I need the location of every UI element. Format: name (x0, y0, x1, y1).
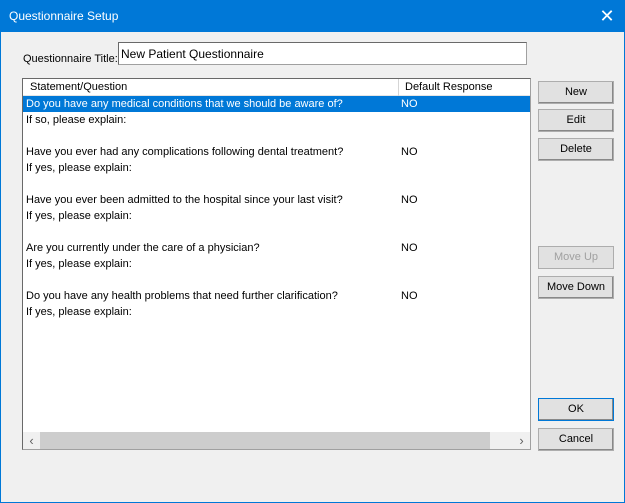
default-response: NO (401, 194, 418, 206)
question-text: Do you have any health problems that nee… (26, 290, 338, 302)
list-item[interactable]: Have you ever been admitted to the hospi… (23, 192, 530, 208)
question-text: Have you ever been admitted to the hospi… (26, 194, 343, 206)
default-response: NO (401, 98, 418, 110)
move-down-button[interactable]: Move Down (538, 276, 614, 299)
followup-text: If yes, please explain: (26, 306, 132, 318)
horizontal-scrollbar[interactable]: ‹ › (23, 432, 530, 449)
edit-button[interactable]: Edit (538, 109, 614, 132)
close-icon[interactable]: ✕ (596, 5, 618, 27)
question-text: Do you have any medical conditions that … (26, 98, 343, 110)
question-text: Have you ever had any complications foll… (26, 146, 344, 158)
column-header-response[interactable]: Default Response (405, 81, 492, 93)
list-item-followup[interactable]: If yes, please explain: (23, 304, 530, 320)
questionnaire-title-input[interactable] (118, 42, 527, 65)
list-header: Statement/Question Default Response (23, 79, 530, 96)
move-up-button[interactable]: Move Up (538, 246, 614, 269)
list-item[interactable]: Have you ever had any complications foll… (23, 144, 530, 160)
list-item[interactable]: Are you currently under the care of a ph… (23, 240, 530, 256)
new-button[interactable]: New (538, 81, 614, 104)
default-response: NO (401, 146, 418, 158)
question-text: Are you currently under the care of a ph… (26, 242, 260, 254)
followup-text: If yes, please explain: (26, 258, 132, 270)
question-list[interactable]: Statement/Question Default Response Do y… (22, 78, 531, 450)
default-response: NO (401, 242, 418, 254)
cancel-button[interactable]: Cancel (538, 428, 614, 451)
list-item-followup[interactable]: If yes, please explain: (23, 256, 530, 272)
scroll-left-icon[interactable]: ‹ (23, 433, 40, 448)
column-header-question[interactable]: Statement/Question (30, 81, 127, 93)
followup-text: If so, please explain: (26, 114, 127, 126)
list-item-followup[interactable]: If so, please explain: (23, 112, 530, 128)
list-item-followup[interactable]: If yes, please explain: (23, 160, 530, 176)
column-divider[interactable] (398, 79, 399, 96)
title-bar: Questionnaire Setup ✕ (1, 1, 624, 32)
delete-button[interactable]: Delete (538, 138, 614, 161)
list-item[interactable]: Do you have any medical conditions that … (23, 96, 530, 112)
scrollbar-thumb[interactable] (40, 432, 490, 449)
scroll-right-icon[interactable]: › (513, 433, 530, 448)
followup-text: If yes, please explain: (26, 162, 132, 174)
followup-text: If yes, please explain: (26, 210, 132, 222)
questionnaire-title-label: Questionnaire Title: (23, 53, 118, 65)
list-item-followup[interactable]: If yes, please explain: (23, 208, 530, 224)
list-item[interactable]: Do you have any health problems that nee… (23, 288, 530, 304)
default-response: NO (401, 290, 418, 302)
ok-button[interactable]: OK (538, 398, 614, 421)
questionnaire-setup-dialog: Questionnaire Setup ✕ Questionnaire Titl… (0, 0, 625, 503)
window-title: Questionnaire Setup (9, 9, 119, 23)
